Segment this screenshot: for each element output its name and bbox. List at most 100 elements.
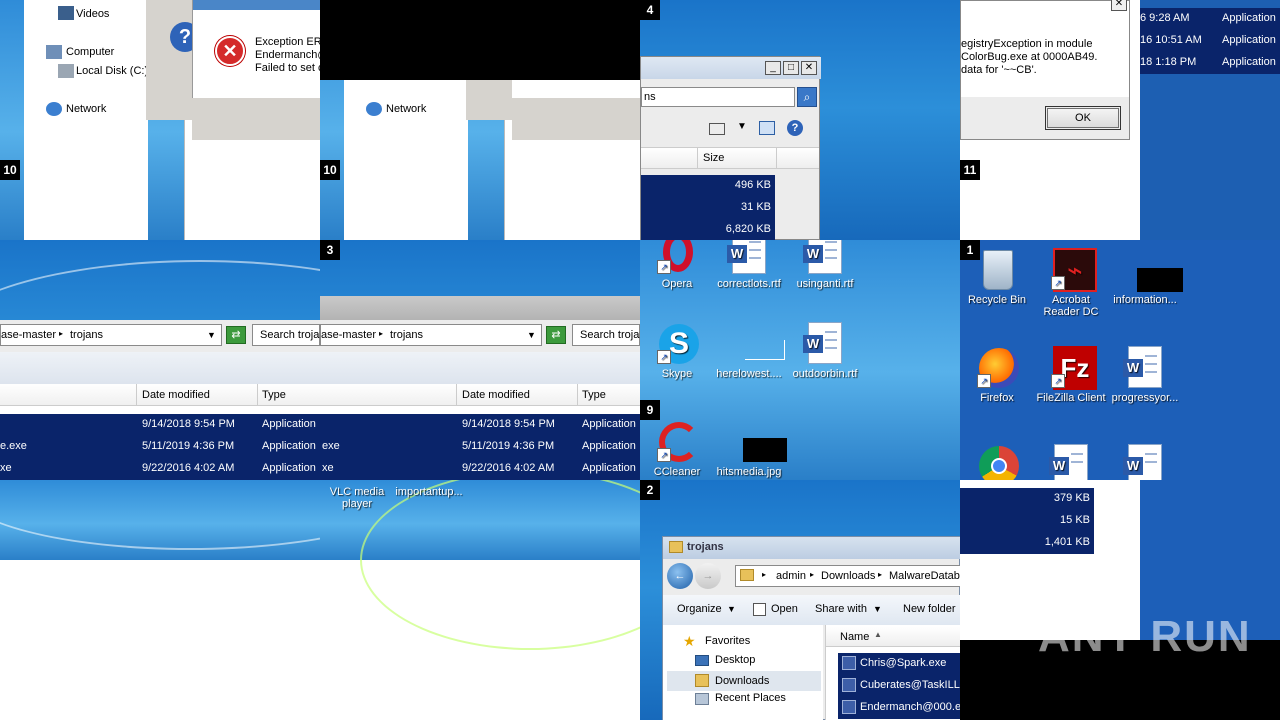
icon-label: progressyor...	[1111, 392, 1179, 404]
close-button[interactable]: ✕	[801, 61, 817, 75]
ok-button[interactable]: OK	[1045, 106, 1121, 130]
maximize-button[interactable]: □	[783, 61, 799, 75]
search-input[interactable]: Search troja	[252, 324, 320, 346]
preview-pane-icon[interactable]	[759, 121, 775, 135]
desktop-icon-herelowest[interactable]: herelowest....	[712, 322, 786, 380]
col-type[interactable]: Type	[582, 384, 640, 406]
desktop-icon-vlc[interactable]: VLC media player	[320, 486, 394, 510]
shortcut-arrow-icon: ↗	[1051, 374, 1065, 388]
breadcrumb-root[interactable]: ase-master	[1, 329, 56, 341]
address-bar[interactable]: ▸ admin ▸ Downloads ▸ MalwareDatab	[735, 565, 960, 587]
desktop-icon-hitsmedia[interactable]: hitsmedia.jpg	[712, 420, 787, 478]
nav-downloads-selected[interactable]: Downloads	[667, 671, 821, 691]
nav-computer[interactable]: Computer	[66, 46, 114, 58]
chevron-down-icon[interactable]: ▼	[873, 604, 882, 614]
close-button[interactable]: ✕	[1111, 0, 1127, 11]
star-icon: ★	[683, 633, 696, 649]
nav-desktop[interactable]: Desktop	[715, 654, 755, 666]
file-name[interactable]: xe	[322, 462, 334, 474]
type-cell: Application	[262, 462, 316, 474]
nav-recent-places[interactable]: Recent Places	[715, 692, 786, 704]
file-name[interactable]: e.exe	[0, 440, 27, 452]
col-date-modified[interactable]: Date modified	[136, 384, 258, 406]
file-name[interactable]: Cuberates@TaskILL	[860, 679, 960, 691]
desktop-icon-document[interactable]: W	[1034, 444, 1108, 480]
computer-icon	[46, 45, 62, 59]
file-name[interactable]: Chris@Spark.exe	[860, 657, 946, 669]
search-icon[interactable]: ⌕	[797, 87, 817, 107]
open-icon	[753, 603, 766, 616]
breadcrumb-downloads[interactable]: Downloads	[821, 570, 875, 582]
breadcrumb-malware[interactable]: MalwareDatab	[889, 570, 960, 582]
nav-videos[interactable]: Videos	[76, 8, 109, 20]
file-name[interactable]: xe	[0, 462, 12, 474]
dialog-back	[466, 80, 512, 120]
col-size[interactable]: Size	[697, 148, 777, 168]
date-cell: 16 10:51 AM	[1140, 34, 1202, 46]
type-cell: Application	[582, 462, 636, 474]
nav-network[interactable]: Network	[66, 103, 106, 115]
desktop-icon-skype[interactable]: S ↗ Skype	[640, 322, 714, 380]
help-icon[interactable]: ?	[787, 120, 803, 136]
desktop-icon-information[interactable]: information...	[1108, 248, 1183, 306]
recent-places-icon	[695, 693, 709, 705]
chevron-down-icon[interactable]: ▼	[737, 121, 747, 132]
nav-downloads[interactable]: Downloads	[715, 675, 769, 687]
icon-label: Opera	[661, 278, 693, 290]
desktop-icon-progress[interactable]: W progressyor...	[1108, 346, 1182, 404]
desktop-icon-important[interactable]: importantup...	[392, 486, 466, 498]
desktop-icon-acrobat[interactable]: ⌁ ↗ Acrobat Reader DC	[1034, 248, 1108, 318]
desktop-icon-document[interactable]: W	[1108, 444, 1182, 480]
desktop-icon-filezilla[interactable]: Fz ↗ FileZilla Client	[1034, 346, 1108, 404]
organize-button[interactable]: Organize	[677, 603, 722, 615]
file-name[interactable]: Endermanch@000.e	[860, 701, 960, 713]
col-name[interactable]: Name	[840, 631, 869, 643]
exe-icon	[842, 656, 856, 670]
search-input[interactable]: Search troja	[572, 324, 640, 346]
desktop-icon-ccleaner[interactable]: ↗ CCleaner	[640, 420, 714, 478]
chrome-icon	[979, 446, 1019, 480]
breadcrumb-root[interactable]: ase-master	[321, 329, 376, 341]
desktop-icon-chrome[interactable]	[960, 444, 1034, 480]
minimize-button[interactable]: _	[765, 61, 781, 75]
titlebar: _ □ ✕	[641, 57, 821, 79]
nav-favorites[interactable]: Favorites	[705, 635, 750, 647]
desktop-icon-usinganti[interactable]: W usinganti.rtf	[788, 240, 862, 290]
chevron-down-icon[interactable]: ▼	[207, 330, 216, 340]
shortcut-arrow-icon: ↗	[1051, 276, 1065, 290]
column-header: Date modified Type	[0, 384, 320, 406]
search-input[interactable]: ns	[641, 87, 795, 107]
desktop-icon-opera[interactable]: ↗ Opera	[640, 240, 714, 290]
desktop-icon-firefox[interactable]: ↗ Firefox	[960, 346, 1034, 404]
file-name[interactable]: exe	[322, 440, 340, 452]
forward-button[interactable]: →	[695, 563, 721, 589]
tile-explorer-list: ase-master ▸ trojans ▼ ⇄ Search troja Da…	[320, 240, 640, 480]
refresh-icon[interactable]: ⇄	[546, 326, 566, 344]
col-date-modified[interactable]: Date modified	[456, 384, 578, 406]
desktop-icon-correctlots[interactable]: W correctlots.rtf	[712, 240, 786, 290]
nav-local-disk[interactable]: Local Disk (C:)	[76, 65, 148, 77]
wallpaper-swoosh	[0, 480, 320, 550]
refresh-icon[interactable]: ⇄	[226, 326, 246, 344]
back-button[interactable]: ←	[667, 563, 693, 589]
breadcrumb-separator-icon: ▸	[878, 570, 883, 579]
view-icon[interactable]	[709, 123, 725, 135]
new-folder-button[interactable]: New folder	[903, 603, 956, 615]
nav-network[interactable]: Network	[386, 103, 426, 115]
open-button[interactable]: Open	[771, 603, 798, 615]
breadcrumb-admin[interactable]: admin	[776, 570, 806, 582]
icon-label: Acrobat Reader DC	[1043, 294, 1099, 318]
desktop-icon-outdoorbin[interactable]: W outdoorbin.rtf	[788, 322, 862, 380]
address-bar[interactable]: ase-master ▸ trojans ▼	[0, 324, 222, 346]
chevron-down-icon[interactable]: ▼	[527, 330, 536, 340]
share-button[interactable]: Share with	[815, 603, 867, 615]
date-cell: 18 1:18 PM	[1140, 56, 1197, 68]
chevron-down-icon[interactable]: ▼	[727, 604, 736, 614]
breadcrumb-folder[interactable]: trojans	[390, 329, 423, 341]
col-type[interactable]: Type	[262, 384, 320, 406]
dialog-footer	[192, 98, 320, 140]
breadcrumb-folder[interactable]: trojans	[70, 329, 103, 341]
videos-icon	[58, 6, 74, 20]
column-header: Size	[641, 147, 819, 169]
address-bar[interactable]: ase-master ▸ trojans ▼	[320, 324, 542, 346]
